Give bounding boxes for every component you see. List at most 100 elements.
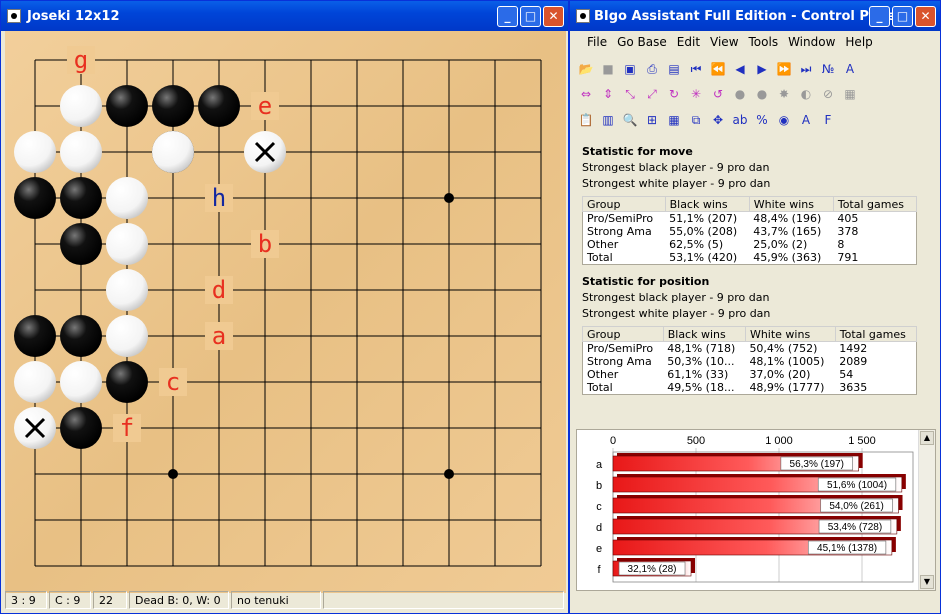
scroll-down-arrow[interactable]: ▼ (920, 575, 934, 589)
go-board-svg[interactable]: g e h b da c f (5, 31, 566, 593)
rotate-ccw-icon[interactable]: ↺ (708, 84, 728, 104)
table-row: Other 61,1% (33) 37,0% (20) 54 (583, 368, 917, 381)
move-label: b (258, 230, 272, 258)
properties-icon[interactable]: ⊞ (642, 110, 662, 130)
percent-icon[interactable]: % (752, 110, 772, 130)
status-empty (323, 591, 564, 609)
col-header[interactable]: Total games (834, 326, 918, 342)
white-stone (60, 131, 102, 173)
maximize-button[interactable]: □ (520, 6, 541, 27)
hoshi-point (168, 469, 178, 479)
table-cell: 48,1% (1005) (749, 355, 825, 368)
maximize-button[interactable]: □ (892, 6, 913, 27)
move-label: g (74, 46, 88, 74)
circle-gray-icon[interactable]: ● (730, 84, 750, 104)
fast-forward-icon[interactable]: ⏩ (774, 59, 794, 79)
white-stone (106, 269, 148, 311)
joseki-titlebar[interactable]: Joseki 12x12 _ □ ✕ (1, 1, 568, 31)
grid-icon[interactable]: ▦ (840, 84, 860, 104)
moves-chart-svg: 0 500 1 000 1 500 a 56,3% (197) b 51,6% (1004) c… (596, 435, 914, 583)
status-tenuki: no tenuki (231, 591, 321, 609)
close-button[interactable]: ✕ (543, 6, 564, 27)
minimize-button[interactable]: _ (869, 6, 890, 27)
menu-file[interactable]: File (582, 31, 612, 53)
fast-back-icon[interactable]: ⏪ (708, 59, 728, 79)
table-cell: 48,9% (1777) (749, 381, 825, 394)
menu-view[interactable]: View (705, 31, 743, 53)
film-icon[interactable]: ▣ (620, 59, 640, 79)
toolbar-main: 📂 ■ ▣ ⎙ ▤ ⏮ ⏪ ◀ ▶ ⏩ ⏭ № A (576, 56, 860, 81)
menu-go-base[interactable]: Go Base (612, 31, 672, 53)
category-label: e (596, 543, 602, 555)
table-cell: 53,1% (420) (669, 251, 738, 264)
menu-window[interactable]: Window (783, 31, 840, 53)
minimize-button[interactable]: _ (497, 6, 518, 27)
window-title: Joseki 12x12 (27, 9, 120, 24)
status-dead-stones: Dead B: 0, W: 0 (129, 591, 229, 609)
move-label: e (258, 92, 272, 120)
control-panel-titlebar[interactable]: BIgo Assistant Full Edition - Control Pa… (570, 1, 940, 31)
black-stone (60, 407, 102, 449)
search-icon[interactable]: 🔍 (620, 110, 640, 130)
move-tool-icon[interactable]: ✥ (708, 110, 728, 130)
col-header[interactable]: Group (582, 326, 664, 342)
back-icon[interactable]: ◀ (730, 59, 750, 79)
go-board[interactable]: g e h b da c f (5, 31, 566, 593)
moves-chart: 0 500 1 000 1 500 a 56,3% (197) b 51,6% (1004) c… (576, 429, 936, 591)
open-folder-icon[interactable]: 📂 (576, 59, 596, 79)
table-cell: 48,4% (196) (753, 212, 822, 225)
stop-icon[interactable]: ■ (598, 59, 618, 79)
table-cell: 405 (837, 212, 859, 225)
menu-help[interactable]: Help (840, 31, 877, 53)
table-cell: Pro/SemiPro (587, 212, 654, 225)
tree-icon[interactable]: ⧉ (686, 110, 706, 130)
font-icon[interactable]: F (818, 110, 838, 130)
forward-icon[interactable]: ▶ (752, 59, 772, 79)
col-header[interactable]: White wins (748, 196, 834, 212)
last-move-icon[interactable]: ⏭ (796, 59, 816, 79)
table-icon[interactable]: ▥ (598, 110, 618, 130)
book-icon[interactable]: ▤ (664, 59, 684, 79)
table-row: Pro/SemiPro 51,1% (207) 48,4% (196) 405 (583, 212, 917, 225)
stones-icon[interactable]: ◉ (774, 110, 794, 130)
category-label: a (596, 459, 603, 471)
col-header[interactable]: Black wins (664, 196, 750, 212)
label-ab-icon[interactable]: ab (730, 110, 750, 130)
anti-diagonal-mirror-icon[interactable]: ⤢ (642, 84, 662, 104)
board-icon[interactable]: ▦ (664, 110, 684, 130)
print-icon[interactable]: ⎙ (642, 59, 662, 79)
table-cell: 43,7% (165) (753, 225, 822, 238)
number-icon[interactable]: № (818, 59, 838, 79)
circle-light-icon[interactable]: ● (752, 84, 772, 104)
burst-icon[interactable]: ✸ (774, 84, 794, 104)
half-circle-icon[interactable]: ◐ (796, 84, 816, 104)
slash-circle-icon[interactable]: ⊘ (818, 84, 838, 104)
clipboard-icon[interactable]: 📋 (576, 110, 596, 130)
chart-scrollbar[interactable]: ▲ ▼ (918, 430, 935, 590)
flip-vertical-icon[interactable]: ⇕ (598, 84, 618, 104)
menu-tools[interactable]: Tools (744, 31, 784, 53)
center-icon[interactable]: ✳ (686, 84, 706, 104)
col-header[interactable]: Group (582, 196, 666, 212)
statistics-panel: Statistic for move Strongest black playe… (576, 138, 919, 426)
colors-icon[interactable]: A (796, 110, 816, 130)
joseki-window: Joseki 12x12 _ □ ✕ g e h b da c f 3 : 9 C : 9 … (0, 0, 569, 614)
table-cell: 25,0% (2) (753, 238, 808, 251)
letter-a-icon[interactable]: A (840, 59, 860, 79)
col-header[interactable]: Total games (832, 196, 918, 212)
first-move-icon[interactable]: ⏮ (686, 59, 706, 79)
table-cell: Strong Ama (587, 355, 652, 368)
col-header[interactable]: Black wins (662, 326, 746, 342)
move-stats-table: Group Black wins White wins Total games … (582, 196, 918, 265)
diagonal-mirror-icon[interactable]: ⤡ (620, 84, 640, 104)
scroll-up-arrow[interactable]: ▲ (920, 431, 934, 445)
menu-edit[interactable]: Edit (672, 31, 705, 53)
table-cell: 55,0% (208) (669, 225, 738, 238)
flip-horizontal-icon[interactable]: ⇔ (576, 84, 596, 104)
close-button[interactable]: ✕ (915, 6, 936, 27)
black-stone (60, 223, 102, 265)
rotate-cw-icon[interactable]: ↻ (664, 84, 684, 104)
axis-tick-label: 1 000 (765, 435, 793, 447)
col-header[interactable]: White wins (744, 326, 836, 342)
app-icon (576, 9, 590, 23)
